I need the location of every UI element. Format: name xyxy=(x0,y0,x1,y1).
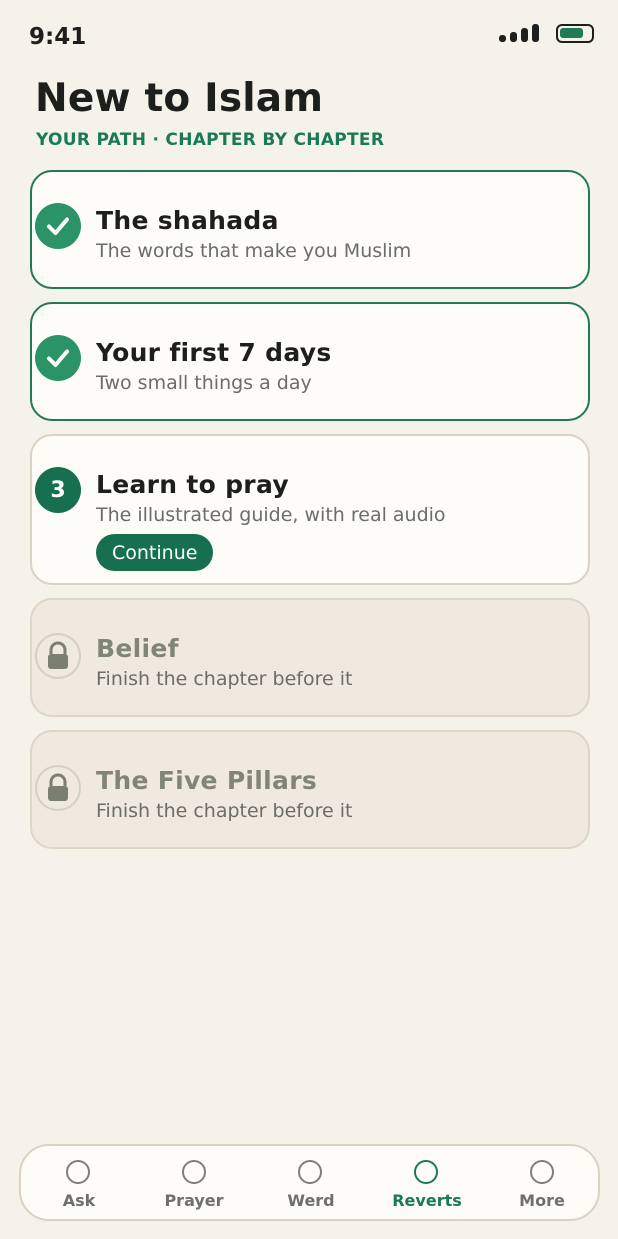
ask-tab-icon xyxy=(66,1160,90,1184)
tab-reverts[interactable]: Reverts xyxy=(369,1146,485,1219)
page-subtitle: YOUR PATH · CHAPTER BY CHAPTER xyxy=(36,130,385,150)
continue-button[interactable]: Continue xyxy=(96,534,214,571)
status-bar: 9:41 xyxy=(0,0,618,70)
tab-label: Prayer xyxy=(164,1191,224,1210)
battery-level xyxy=(560,28,583,38)
reverts-tab-icon xyxy=(414,1160,438,1184)
tab-werd[interactable]: Werd xyxy=(253,1146,369,1219)
more-tab-icon xyxy=(530,1160,554,1184)
tab-label: Ask xyxy=(62,1191,96,1210)
chapter-card-learn-to-pray[interactable]: 3 Learn to pray The illustrated guide, w… xyxy=(30,434,590,585)
chapter-number-badge: 3 xyxy=(35,467,81,513)
page-title: New to Islam xyxy=(35,76,324,121)
chapter-card-first-7-days[interactable]: Your first 7 days Two small things a day xyxy=(30,302,590,421)
signal-icon xyxy=(499,24,543,42)
chapter-description: Two small things a day xyxy=(96,372,312,394)
tab-label: Reverts xyxy=(392,1191,462,1210)
status-time: 9:41 xyxy=(29,24,87,50)
chapter-title: Your first 7 days xyxy=(96,338,332,367)
chapter-description: Finish the chapter before it xyxy=(96,668,353,690)
tab-label: More xyxy=(519,1191,565,1210)
tab-more[interactable]: More xyxy=(484,1146,600,1219)
tab-label: Werd xyxy=(287,1191,335,1210)
chapter-description: The illustrated guide, with real audio xyxy=(96,504,446,526)
check-icon xyxy=(35,203,81,249)
tab-prayer[interactable]: Prayer xyxy=(136,1146,252,1219)
chapter-title: The shahada xyxy=(96,206,279,235)
chapter-description: The words that make you Muslim xyxy=(96,240,412,262)
check-icon xyxy=(35,335,81,381)
chapter-title: Learn to pray xyxy=(96,470,289,499)
screen: 9:41 New to Islam YOUR PATH · CHAPTER BY… xyxy=(0,0,618,1239)
lock-icon xyxy=(35,633,81,679)
tab-ask[interactable]: Ask xyxy=(21,1146,137,1219)
chapter-title: The Five Pillars xyxy=(96,766,318,795)
chapter-card-belief: Belief Finish the chapter before it xyxy=(30,598,590,717)
werd-tab-icon xyxy=(298,1160,322,1184)
battery-icon xyxy=(556,24,594,43)
chapter-card-shahada[interactable]: The shahada The words that make you Musl… xyxy=(30,170,590,289)
chapter-title: Belief xyxy=(96,634,179,663)
prayer-tab-icon xyxy=(182,1160,206,1184)
lock-icon xyxy=(35,765,81,811)
chapter-card-five-pillars: The Five Pillars Finish the chapter befo… xyxy=(30,730,590,849)
chapter-description: Finish the chapter before it xyxy=(96,800,353,822)
tab-bar: Ask Prayer Werd Reverts More xyxy=(19,1144,600,1221)
